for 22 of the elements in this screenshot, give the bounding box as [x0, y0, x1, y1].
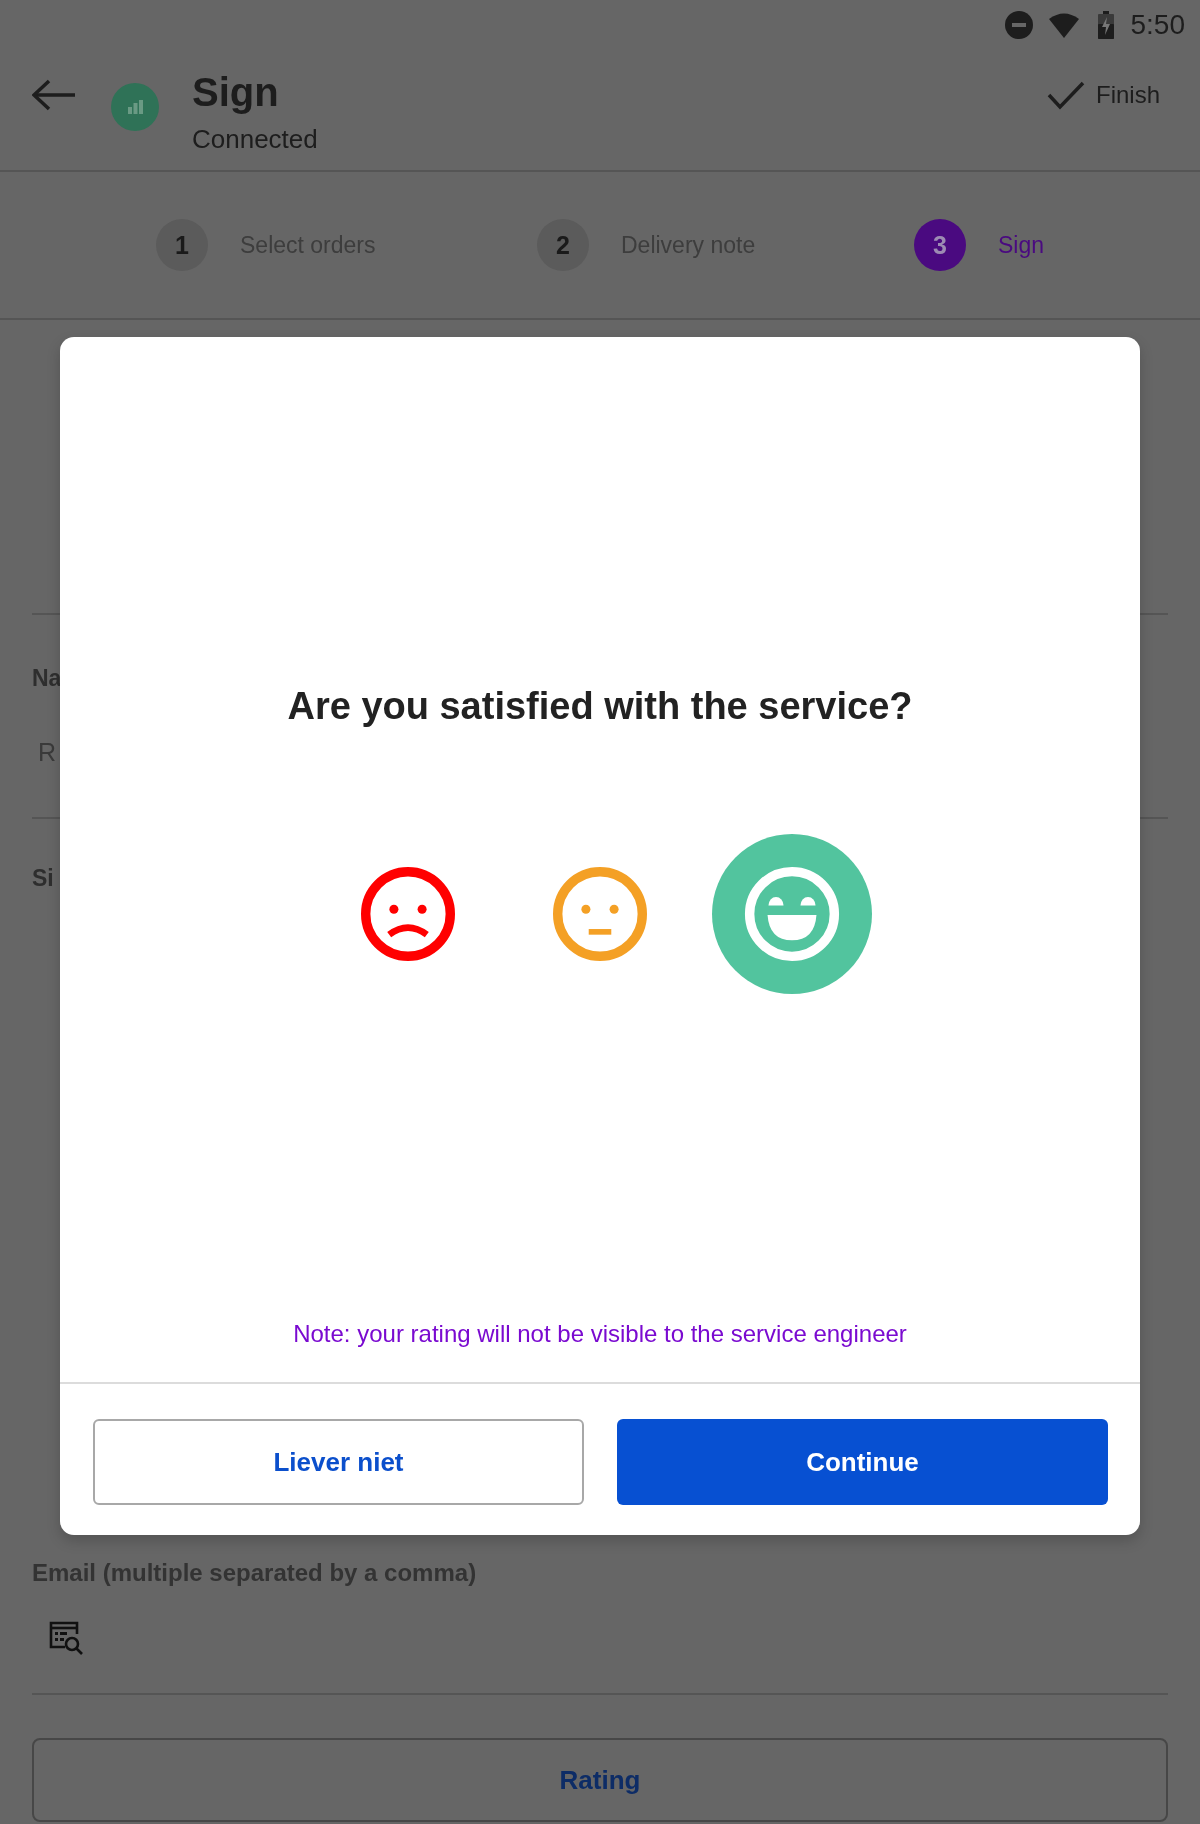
name-label: Na — [32, 664, 62, 693]
dialog-title: Are you satisfied with the service? — [287, 684, 913, 729]
signature-label: Si — [32, 864, 54, 893]
dialog-note: Note: your rating will not be visible to the service engineer — [293, 1319, 907, 1349]
check-icon — [1046, 80, 1085, 110]
skip-button[interactable]: Liever niet — [93, 1419, 584, 1505]
neutral-face-icon[interactable] — [553, 867, 647, 961]
happy-face-icon[interactable] — [712, 834, 872, 994]
continue-button[interactable]: Continue — [617, 1419, 1108, 1505]
step-number: 2 — [537, 219, 589, 271]
step-number: 1 — [156, 219, 208, 271]
step-label: Sign — [998, 231, 1045, 260]
bar-chart-icon — [111, 83, 159, 131]
battery-icon — [1097, 11, 1114, 39]
connection-status: Connected — [192, 124, 318, 154]
status-time: 5:50 — [1130, 9, 1185, 41]
app-title: Sign — [192, 69, 279, 115]
list-search-icon[interactable] — [48, 1620, 84, 1656]
step-number: 3 — [914, 219, 966, 271]
sad-face-icon[interactable] — [361, 867, 455, 961]
do-not-disturb-icon — [1004, 11, 1033, 39]
wifi-icon — [1048, 12, 1079, 38]
